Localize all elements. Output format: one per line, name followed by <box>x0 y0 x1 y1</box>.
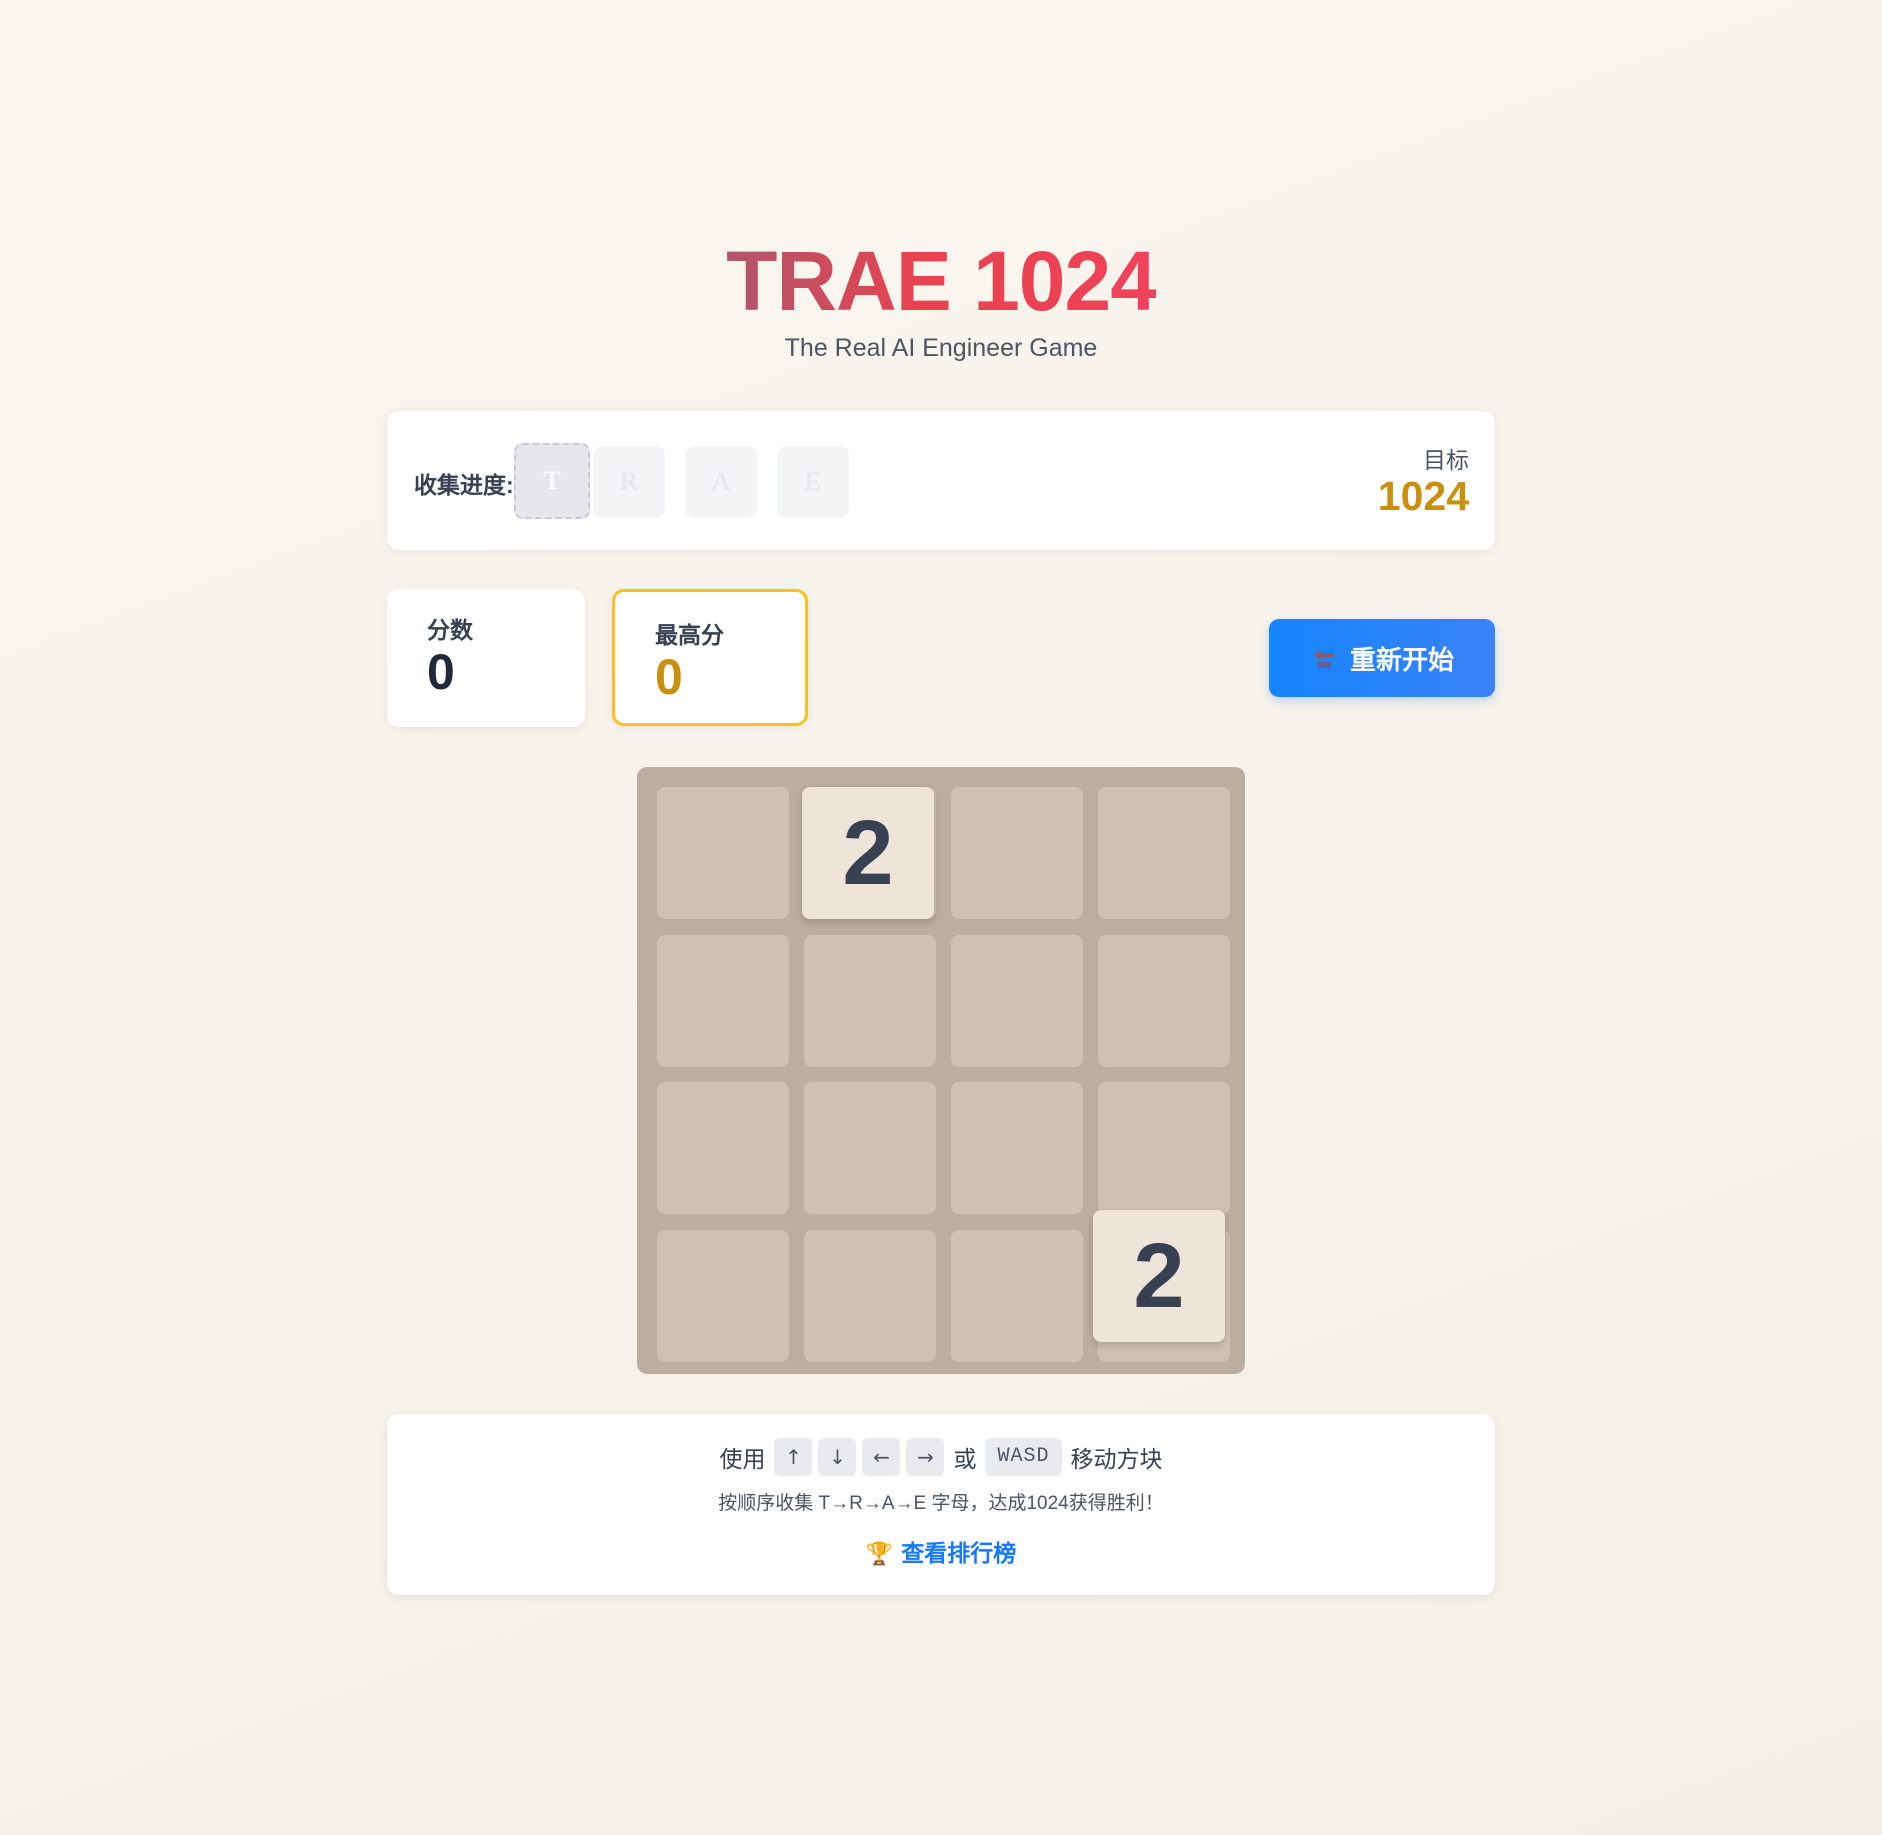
board-cell <box>657 787 789 919</box>
board-cell <box>657 935 789 1067</box>
key-wasd: WASD <box>985 1438 1062 1476</box>
score-label: 分数 <box>427 617 473 643</box>
restart-label: 重新开始 <box>1349 644 1454 675</box>
board-cell <box>951 1230 1083 1362</box>
controls-hint: 使用 ↑ ↓ ← → 或 WASD 移动方块 <box>387 1438 1495 1476</box>
score-value: 0 <box>427 644 455 700</box>
letter-slot-e: E <box>777 446 849 518</box>
best-score-panel: 最高分 0 <box>612 589 808 726</box>
tile-2: 2 <box>802 787 934 919</box>
board-cell <box>804 1230 936 1362</box>
board-cell <box>951 1082 1083 1214</box>
best-score-label: 最高分 <box>655 622 724 648</box>
board-cell <box>657 1230 789 1362</box>
key-left: ← <box>862 1438 901 1476</box>
game-board[interactable]: 22 <box>637 767 1245 1374</box>
progress-label: 收集进度: <box>414 472 514 498</box>
letter-slot-a: A <box>685 446 757 518</box>
key-right: → <box>906 1438 945 1476</box>
game-subtitle: The Real AI Engineer Game <box>784 334 1098 362</box>
best-score-value: 0 <box>655 649 683 705</box>
collection-progress-panel: 收集进度: T R A E 目标 1024 <box>387 411 1495 550</box>
key-down: ↓ <box>818 1438 857 1476</box>
letter-slot-t: T <box>514 443 590 519</box>
tile-2: 2 <box>1093 1210 1225 1342</box>
board-cell <box>804 935 936 1067</box>
board-cell <box>804 1082 936 1214</box>
game-title: TRAE 1024 <box>726 234 1157 328</box>
leaderboard-link[interactable]: 🏆 查看排行榜 <box>387 1534 1495 1568</box>
controls-prefix: 使用 <box>719 1446 766 1472</box>
restart-button[interactable]: 重新开始 <box>1269 619 1495 697</box>
board-cell <box>1098 1082 1230 1214</box>
controls-suffix: 移动方块 <box>1070 1446 1163 1472</box>
leaderboard-label: 查看排行榜 <box>901 1540 1017 1566</box>
target-value: 1024 <box>1377 473 1469 519</box>
score-panel: 分数 0 <box>387 589 585 727</box>
controls-or: 或 <box>953 1446 977 1472</box>
key-up: ↑ <box>774 1438 813 1476</box>
board-cell <box>1098 935 1230 1067</box>
board-cell <box>1098 787 1230 919</box>
board-cell <box>951 787 1083 919</box>
instructions-panel: 使用 ↑ ↓ ← → 或 WASD 移动方块 按顺序收集 T→R→A→E 字母，… <box>387 1414 1495 1595</box>
letter-slot-r: R <box>593 446 665 518</box>
target-label: 目标 <box>1423 447 1469 473</box>
board-cell <box>657 1082 789 1214</box>
restart-icon <box>1310 644 1338 672</box>
trophy-icon: 🏆 <box>865 1541 894 1566</box>
game-goal-description: 按顺序收集 T→R→A→E 字母，达成1024获得胜利！ <box>718 1493 1164 1514</box>
board-cell <box>951 935 1083 1067</box>
